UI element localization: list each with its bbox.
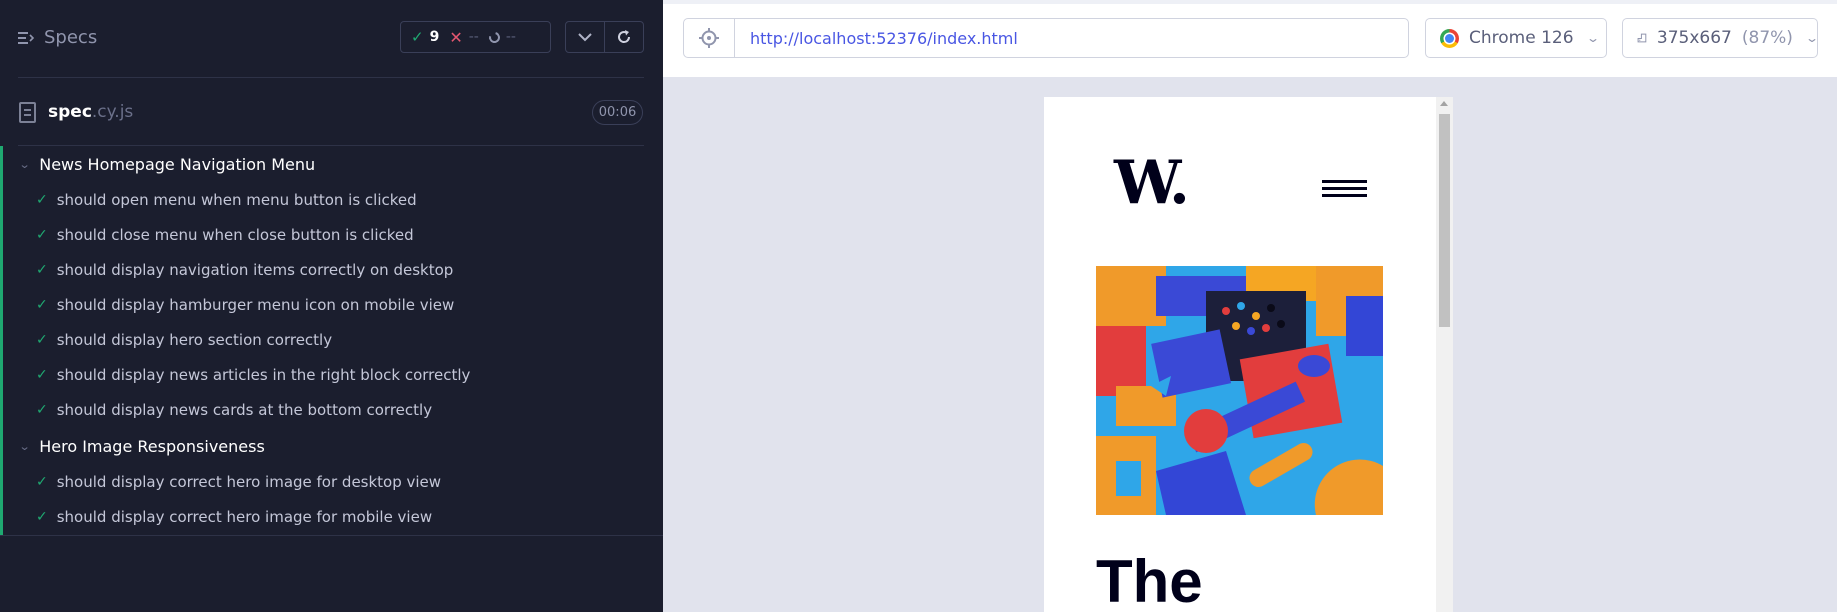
reporter-header: Specs ✓ 9 ✕ -- --: [0, 0, 663, 78]
check-icon: ✓: [36, 402, 48, 418]
browser-label: Chrome 126: [1469, 28, 1574, 48]
collapse-all-button[interactable]: [566, 22, 604, 52]
suite-title: News Homepage Navigation Menu: [39, 155, 316, 174]
browser-select[interactable]: Chrome 126 ⌄: [1425, 18, 1607, 58]
passed-count: 9: [429, 29, 440, 45]
aut-panel: http://localhost:52376/index.html Chrome…: [663, 0, 1837, 612]
check-icon: ✓: [36, 332, 48, 348]
test-item[interactable]: ✓ should display correct hero image for d…: [36, 473, 441, 491]
test-item[interactable]: ✓ should close menu when close button is …: [36, 226, 414, 244]
test-title: should open menu when menu button is cli…: [56, 191, 417, 209]
scrollbar-thumb[interactable]: [1439, 114, 1450, 327]
check-icon: ✓: [36, 192, 48, 208]
test-title: should display hamburger menu icon on mo…: [56, 296, 455, 314]
site-logo[interactable]: W.: [1114, 153, 1190, 213]
refresh-icon: [618, 30, 631, 43]
check-icon: ✓: [36, 297, 48, 313]
x-icon: ✕: [449, 27, 463, 47]
suite-header[interactable]: ⌄ Hero Image Responsiveness: [18, 437, 265, 456]
reporter-controls: [565, 21, 644, 53]
app-viewport[interactable]: W. The: [1044, 97, 1453, 612]
specs-list-icon: [18, 31, 34, 45]
viewport-size: 375x667: [1656, 28, 1732, 48]
spec-file-base: spec: [48, 102, 92, 122]
check-icon: ✓: [36, 474, 48, 490]
viewport-scrollbar[interactable]: [1436, 97, 1453, 612]
viewport-info-button[interactable]: 375x667 (87%) ⌄: [1622, 18, 1820, 58]
spec-file-name: spec.cy.js: [48, 102, 133, 122]
test-item[interactable]: ✓ should display hero section correctly: [36, 331, 332, 349]
hero-title: The: [1096, 548, 1203, 612]
failed-stat: ✕ --: [449, 28, 479, 47]
document-icon: [19, 102, 36, 123]
chrome-icon: [1440, 28, 1459, 48]
test-title: should display correct hero image for de…: [56, 473, 442, 491]
test-title: should display navigation items correctl…: [56, 261, 454, 279]
viewport-scale: (87%): [1741, 28, 1793, 48]
test-item[interactable]: ✓ should display hamburger menu icon on m…: [36, 296, 454, 314]
specs-label: Specs: [44, 27, 98, 48]
spec-file-ext: .cy.js: [91, 102, 134, 122]
test-title: should display news cards at the bottom …: [56, 401, 433, 419]
check-icon: ✓: [36, 509, 48, 525]
test-stats: ✓ 9 ✕ -- --: [400, 21, 551, 53]
divider: [0, 535, 663, 536]
chevron-down-icon: [578, 32, 592, 41]
test-item[interactable]: ✓ should display correct hero image for m…: [36, 508, 432, 526]
scroll-up-arrow-icon[interactable]: [1440, 101, 1448, 106]
duration-badge: 00:06: [592, 100, 643, 125]
url-text[interactable]: http://localhost:52376/index.html: [750, 29, 1018, 48]
reporter-panel: Specs ✓ 9 ✕ -- -- spec.cy.js 00:06 ⌄ New…: [0, 0, 663, 612]
chevron-down-icon: ⌄: [18, 440, 31, 453]
chevron-down-icon: ⌄: [1585, 31, 1600, 45]
selector-playground-button[interactable]: [683, 18, 735, 58]
specs-toggle-button[interactable]: Specs: [18, 27, 97, 48]
chevron-down-icon: ⌄: [18, 158, 31, 171]
test-item[interactable]: ✓ should open menu when menu button is cl…: [36, 191, 417, 209]
suite-title: Hero Image Responsiveness: [39, 437, 265, 456]
check-icon: ✓: [36, 367, 48, 383]
spec-file-header[interactable]: spec.cy.js 00:06: [0, 90, 663, 134]
check-icon: ✓: [36, 227, 48, 243]
pending-stat: --: [486, 29, 516, 45]
rerun-button[interactable]: [604, 22, 643, 52]
test-title: should close menu when close button is c…: [56, 226, 414, 244]
ruler-icon: [1637, 33, 1647, 43]
passed-stat: ✓ 9: [411, 28, 439, 46]
hamburger-menu-icon[interactable]: [1322, 180, 1367, 200]
chevron-down-icon: ⌄: [1804, 31, 1820, 45]
suite-header[interactable]: ⌄ News Homepage Navigation Menu: [18, 155, 316, 174]
check-icon: ✓: [36, 262, 48, 278]
pending-count: --: [505, 29, 516, 45]
test-title: should display hero section correctly: [56, 331, 333, 349]
pending-icon: [486, 29, 502, 45]
hero-image: [1096, 266, 1383, 515]
test-item[interactable]: ✓ should display navigation items correct…: [36, 261, 453, 279]
test-item[interactable]: ✓ should display news cards at the bottom…: [36, 401, 432, 419]
url-bar[interactable]: http://localhost:52376/index.html: [734, 18, 1409, 58]
divider: [18, 77, 644, 78]
check-icon: ✓: [411, 28, 424, 46]
test-title: should display correct hero image for mo…: [56, 508, 433, 526]
test-list: ⌄ News Homepage Navigation Menu ✓ should …: [0, 146, 663, 536]
test-item[interactable]: ✓ should display news articles in the rig…: [36, 366, 470, 384]
crosshair-icon: [699, 28, 719, 48]
test-title: should display news articles in the righ…: [56, 366, 471, 384]
failed-count: --: [468, 29, 479, 45]
aut-header: http://localhost:52376/index.html Chrome…: [663, 0, 1837, 77]
